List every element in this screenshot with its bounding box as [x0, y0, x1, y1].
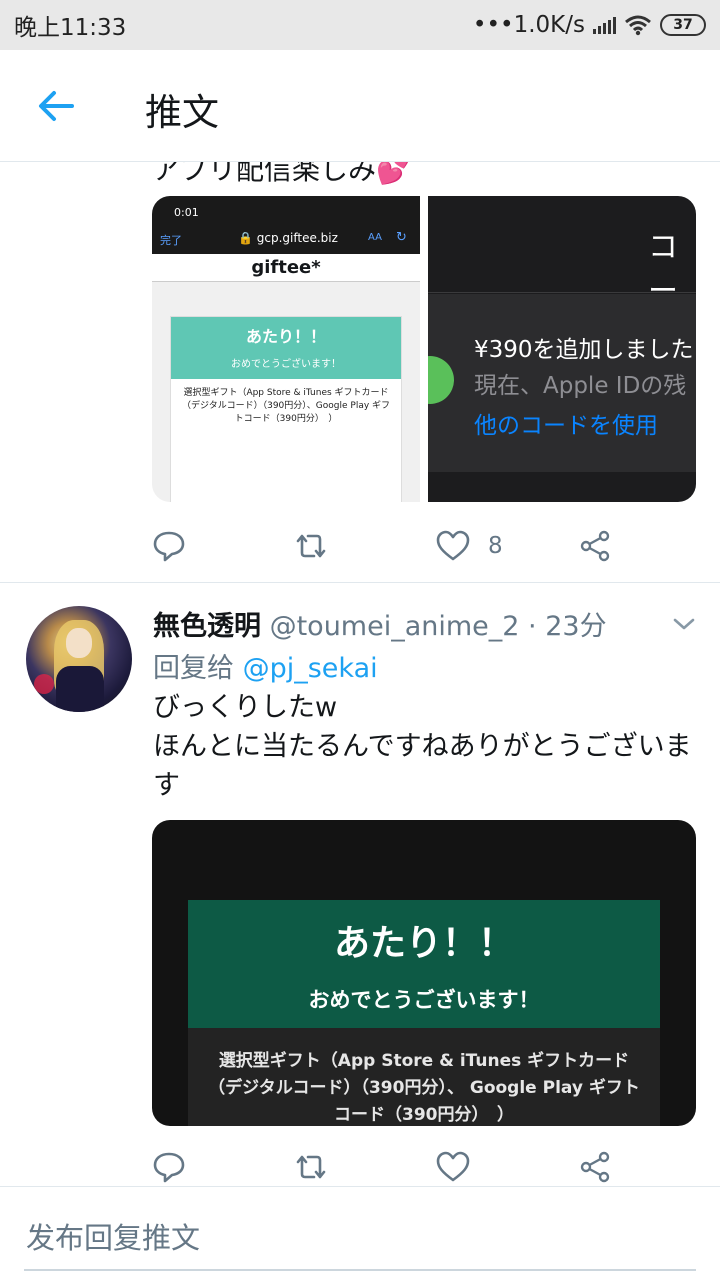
reply-input-underline: [24, 1269, 696, 1271]
heart-icon: [436, 530, 470, 561]
reply-icon: [153, 531, 185, 562]
retweet-button[interactable]: [294, 1145, 328, 1186]
share-icon: [580, 1151, 610, 1183]
screenshot-time: 0:01: [174, 206, 199, 219]
tweet-text: アプリ配信楽しみ💕: [152, 162, 411, 188]
reply-button[interactable]: [152, 524, 186, 568]
reply-icon: [153, 1152, 185, 1183]
avatar[interactable]: [26, 606, 132, 712]
status-icons: •••1.0K/s 37: [473, 12, 706, 38]
signal-icon: [593, 16, 616, 34]
tweet-text-content: アプリ配信楽しみ: [152, 162, 377, 186]
win-text: あたり！！: [245, 327, 326, 346]
like-button[interactable]: 8: [436, 524, 503, 568]
avatar-dress: [56, 666, 104, 712]
share-button[interactable]: [578, 524, 612, 568]
gift-description: 選択型ギフト（App Store & iTunes ギフトカード（デジタルコード…: [181, 388, 391, 424]
tweet-actions: 8: [152, 524, 622, 568]
screenshot-aa: AA: [368, 232, 382, 243]
reload-icon: ↻: [396, 230, 407, 245]
media-image-giftee[interactable]: 0:01 完了 🔒 gcp.giftee.biz AA ↻ giftee* あた…: [152, 196, 420, 502]
tweet-text: びっくりしたw ほんとに当たるんですねありがとうございます: [153, 688, 693, 805]
screenshot-url: 🔒 gcp.giftee.biz: [238, 231, 338, 245]
tweet-actions: [152, 1145, 622, 1186]
like-count: 8: [488, 533, 503, 559]
tweet-divider: [0, 582, 720, 583]
mention-link[interactable]: @pj_sekai: [243, 653, 378, 684]
retweet-icon: [296, 534, 326, 558]
gift-card: あたり！！ おめでとうございます！ 選択型ギフト（App Store & iTu…: [188, 900, 660, 1126]
retweet-button[interactable]: [294, 524, 328, 568]
added-text: ¥390を追加しました: [474, 337, 694, 363]
win-text: あたり！！: [333, 923, 514, 964]
giftee-logo: giftee*: [152, 254, 420, 282]
reply-context: 回复给 @pj_sekai: [153, 646, 378, 685]
display-name[interactable]: 無色透明: [153, 611, 261, 642]
page-title: 推文: [145, 91, 219, 134]
gift-card-header: あたり！！ おめでとうございます！: [188, 900, 660, 1028]
tweet-text-line: ほんとに当たるんですねありがとうございます: [153, 731, 692, 801]
reply-prefix: 回复给: [153, 653, 243, 684]
heart-emoji: 💕: [376, 162, 411, 186]
user-handle: @toumei_anime_2 · 23分: [269, 611, 607, 642]
avatar-glow: [34, 674, 54, 694]
tweet-feed[interactable]: アプリ配信楽しみ💕 0:01 完了 🔒 gcp.giftee.biz AA ↻ …: [0, 162, 720, 1186]
screenshot-url-text: gcp.giftee.biz: [256, 231, 338, 245]
tweet-header: 無色透明 @toumei_anime_2 · 23分: [153, 604, 607, 643]
reply-composer: 发布回复推文: [0, 1186, 720, 1280]
heart-icon: [436, 1151, 470, 1182]
reply-input[interactable]: 发布回复推文: [26, 1215, 200, 1257]
screenshot-done: 完了: [160, 234, 182, 247]
gift-description: 選択型ギフト（App Store & iTunes ギフトカード（デジタルコード…: [208, 1051, 640, 1125]
congrats-text: おめでとうございます！: [231, 359, 341, 370]
chevron-down-icon[interactable]: [672, 616, 696, 632]
retweet-icon: [296, 1155, 326, 1179]
gift-card-header: あたり！！ おめでとうございます！: [171, 317, 401, 379]
tweet-text-line: びっくりしたw: [153, 692, 338, 723]
congrats-text: おめでとうございます！: [308, 988, 540, 1012]
current-balance-text: 現在、Apple IDの残: [474, 373, 687, 399]
share-icon: [580, 530, 610, 562]
battery-icon: 37: [660, 14, 706, 36]
tweet-media[interactable]: あたり！！ おめでとうございます！ 選択型ギフト（App Store & iTu…: [152, 820, 696, 1126]
divider: [428, 292, 696, 293]
status-bar: 晚上11:33 •••1.0K/s 37: [0, 0, 720, 50]
media-image-apple[interactable]: コー ¥390を追加しました 現在、Apple IDの残 他のコードを使用: [428, 196, 696, 502]
arrow-left-icon[interactable]: [36, 88, 76, 124]
wifi-icon: [625, 15, 651, 36]
avatar-face: [66, 628, 92, 658]
browser-bar: 0:01 完了 🔒 gcp.giftee.biz AA ↻: [152, 196, 420, 254]
status-time: 晚上11:33: [14, 15, 127, 41]
network-speed: •••1.0K/s: [472, 12, 585, 38]
gift-card: あたり！！ おめでとうございます！ 選択型ギフト（App Store & iTu…: [170, 316, 402, 502]
app-header: 推文: [0, 50, 720, 162]
other-code-link: 他のコードを使用: [474, 413, 658, 439]
tweet-media[interactable]: 0:01 完了 🔒 gcp.giftee.biz AA ↻ giftee* あた…: [152, 196, 696, 502]
reply-button[interactable]: [152, 1145, 186, 1186]
like-button[interactable]: [436, 1145, 470, 1186]
share-button[interactable]: [578, 1145, 612, 1186]
